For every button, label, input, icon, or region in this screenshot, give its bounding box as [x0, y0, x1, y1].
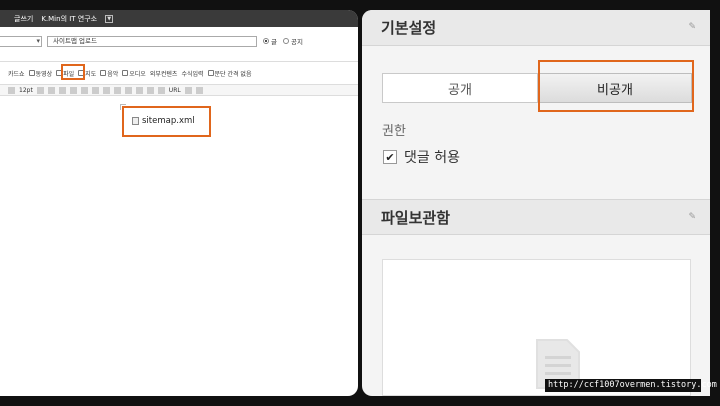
title-row: 사이트맵 업로드 글 공지: [0, 34, 358, 48]
basic-settings-header[interactable]: 기본설정 ✎: [362, 10, 710, 46]
allow-comments-label: 댓글 허용: [404, 150, 460, 166]
font-size-select[interactable]: 12pt: [19, 87, 33, 94]
file-button-highlight: [61, 64, 85, 80]
toolbar-item-music[interactable]: 음악: [100, 69, 118, 78]
music-icon: [100, 70, 107, 76]
permission-label: 권한: [382, 124, 406, 139]
toolbar-item-no-spacing[interactable]: 문단 간격 없음: [207, 69, 251, 78]
allow-comments-option[interactable]: ✔ 댓글 허용: [383, 147, 460, 167]
editor-topbar: 글쓰기 K.Min의 IT 연구소 ▼: [0, 10, 358, 27]
font-select[interactable]: [8, 86, 15, 94]
basic-settings-title: 기본설정: [381, 19, 437, 37]
settings-panel: 기본설정 ✎ 공개 비공개 권한 ✔ 댓글 허용 파일보관함 ✎: [362, 10, 710, 396]
audio-icon: [122, 70, 129, 76]
align-center-icon[interactable]: [102, 86, 110, 94]
bold-icon[interactable]: [36, 86, 44, 94]
file-storage-header[interactable]: 파일보관함 ✎: [362, 199, 710, 235]
quote-icon[interactable]: [135, 86, 143, 94]
radio-selected-icon: [263, 38, 269, 44]
watermark: http://ccf1007overmen.tistory.com: [545, 379, 717, 392]
toolbar-item-formula[interactable]: 수식입력: [181, 69, 203, 78]
radio-empty-icon: [282, 38, 289, 44]
category-select[interactable]: [0, 35, 42, 47]
title-input[interactable]: 사이트맵 업로드: [47, 35, 257, 47]
checkbox-checked-icon[interactable]: ✔: [383, 150, 397, 164]
radio-notice[interactable]: 공지: [282, 36, 303, 46]
special-char-icon[interactable]: [195, 86, 203, 94]
checkbox-icon: [207, 70, 214, 76]
attachment-item[interactable]: sitemap.xml: [132, 116, 195, 126]
radio-post[interactable]: 글: [263, 36, 277, 46]
divider: [0, 61, 358, 62]
align-left-icon[interactable]: [91, 86, 99, 94]
collapse-icon[interactable]: ✎: [688, 212, 696, 222]
editor-panel: 글쓰기 K.Min의 IT 연구소 ▼ 사이트맵 업로드 글 공지 카드쇼 동영…: [0, 10, 358, 396]
table-icon[interactable]: [184, 86, 192, 94]
list-icon[interactable]: [124, 86, 132, 94]
italic-icon[interactable]: [47, 86, 55, 94]
write-tab[interactable]: 글쓰기: [14, 14, 33, 24]
format-toolbar: 12pt URL: [0, 84, 358, 96]
tab-public[interactable]: 공개: [382, 73, 538, 103]
link-icon[interactable]: [157, 86, 165, 94]
file-storage-title: 파일보관함: [381, 209, 451, 227]
blog-selector[interactable]: K.Min의 IT 연구소: [41, 14, 97, 24]
private-tab-highlight: [538, 60, 694, 112]
toolbar-item-external[interactable]: 외부컨텐츠: [150, 69, 178, 78]
document-icon: [132, 117, 139, 125]
align-right-icon[interactable]: [113, 86, 121, 94]
insert-toolbar: 카드쇼 동영상 파일 지도 음악 오디오 외부컨텐츠 수식입력 문단 간격 없음: [0, 67, 358, 79]
collapse-icon[interactable]: ✎: [688, 22, 696, 32]
line-height-icon[interactable]: [146, 86, 154, 94]
toolbar-item-audio[interactable]: 오디오: [122, 69, 146, 78]
file-storage-box[interactable]: [382, 259, 691, 396]
underline-icon[interactable]: [58, 86, 66, 94]
toolbar-item-video[interactable]: 동영상: [28, 69, 52, 78]
toolbar-item-slideshow[interactable]: 카드쇼: [8, 69, 25, 78]
strike-icon[interactable]: [69, 86, 77, 94]
chevron-down-icon[interactable]: ▼: [105, 14, 114, 23]
url-button[interactable]: URL: [169, 87, 181, 94]
color-icon[interactable]: [80, 86, 88, 94]
attachment-filename: sitemap.xml: [142, 116, 195, 126]
video-icon: [28, 70, 35, 76]
